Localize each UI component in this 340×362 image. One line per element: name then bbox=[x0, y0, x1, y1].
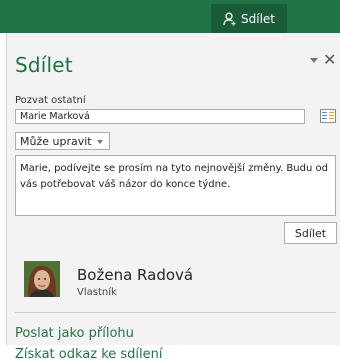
share-button[interactable]: Sdílet bbox=[284, 222, 337, 244]
permission-value: Může upravit bbox=[20, 134, 92, 148]
send-as-attachment-link[interactable]: Poslat jako přílohu bbox=[15, 326, 134, 341]
share-pane: Sdílet ✕ Pozvat ostatní Marie Marková Mů… bbox=[6, 33, 340, 362]
ribbon-bar: Sdílet bbox=[0, 0, 340, 33]
chevron-down-icon[interactable] bbox=[310, 58, 318, 63]
person-role: Vlastník bbox=[77, 287, 117, 298]
invite-input[interactable]: Marie Marková bbox=[15, 109, 305, 124]
divider bbox=[15, 312, 336, 313]
message-textarea[interactable]: Marie, podívejte se prosím na tyto nejno… bbox=[15, 155, 336, 216]
share-tab-label: Sdílet bbox=[241, 11, 275, 26]
dropdown-arrow-icon bbox=[96, 139, 103, 144]
get-sharing-link[interactable]: Získat odkaz ke sdílení bbox=[15, 347, 163, 362]
avatar bbox=[24, 261, 60, 297]
pane-title: Sdílet bbox=[15, 53, 73, 77]
share-tab[interactable]: Sdílet bbox=[211, 4, 287, 33]
permission-dropdown[interactable]: Může upravit bbox=[15, 132, 110, 150]
close-icon[interactable]: ✕ bbox=[323, 52, 336, 68]
invite-label: Pozvat ostatní bbox=[15, 95, 86, 106]
person-name: Božena Radová bbox=[77, 266, 194, 284]
person-add-icon bbox=[223, 12, 237, 26]
address-book-icon[interactable] bbox=[320, 109, 336, 123]
